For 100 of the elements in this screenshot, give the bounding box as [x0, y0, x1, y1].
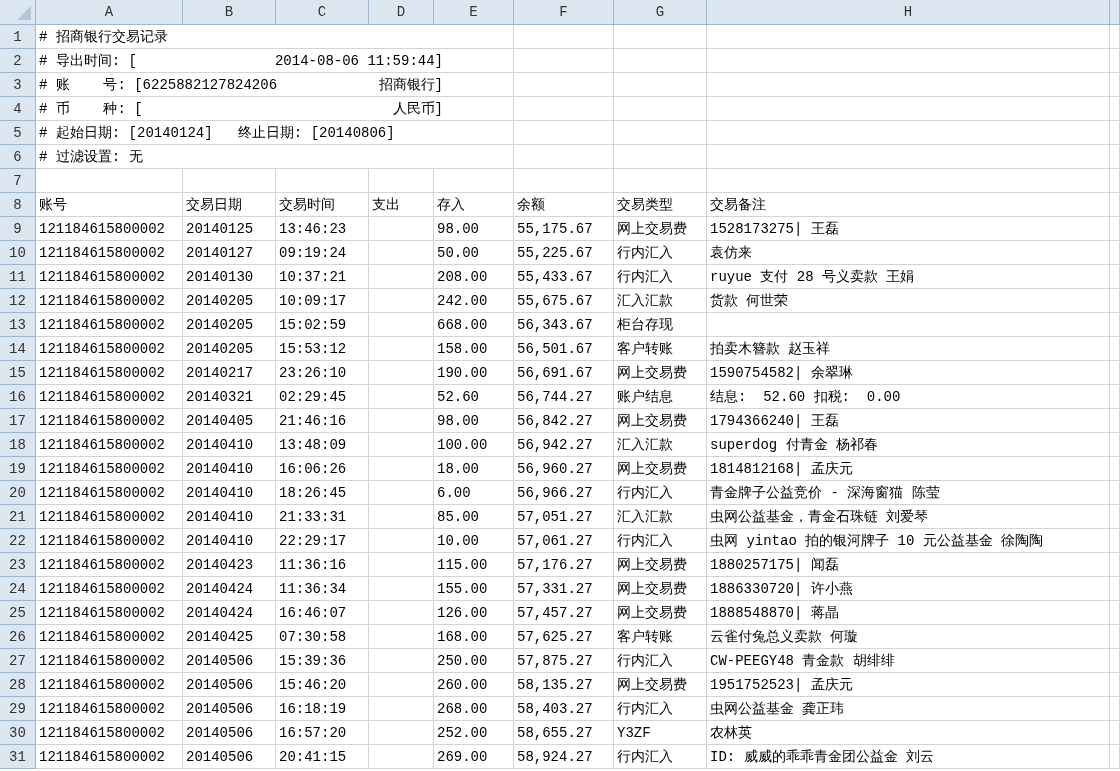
column-header[interactable]: E	[434, 0, 514, 25]
table-cell: 袁仿来	[707, 241, 1110, 265]
table-cell: 02:29:45	[276, 385, 369, 409]
empty-cell	[1110, 73, 1120, 97]
row-header[interactable]: 29	[0, 697, 36, 721]
table-cell: 21:33:31	[276, 505, 369, 529]
table-cell: 121184615800002	[36, 409, 183, 433]
table-cell: 网上交易费	[614, 361, 707, 385]
table-cell: 100.00	[434, 433, 514, 457]
cell-text: 招商银行]	[378, 75, 443, 94]
empty-cell	[369, 745, 434, 769]
table-cell: 20140506	[183, 673, 276, 697]
empty-cell	[369, 481, 434, 505]
column-header[interactable]: G	[614, 0, 707, 25]
table-cell: 56,842.27	[514, 409, 614, 433]
table-cell: 57,625.27	[514, 625, 614, 649]
table-cell: 1794366240| 王磊	[707, 409, 1110, 433]
row-header[interactable]: 7	[0, 169, 36, 193]
table-cell: 58,135.27	[514, 673, 614, 697]
empty-cell	[1110, 49, 1120, 73]
column-header[interactable]: F	[514, 0, 614, 25]
row-header[interactable]: 4	[0, 97, 36, 121]
empty-cell	[1110, 673, 1120, 697]
empty-cell	[1110, 529, 1120, 553]
row-header[interactable]: 24	[0, 577, 36, 601]
empty-cell	[1110, 241, 1120, 265]
row-header[interactable]: 15	[0, 361, 36, 385]
table-cell: 拍卖木簪款 赵玉祥	[707, 337, 1110, 361]
table-cell: 98.00	[434, 409, 514, 433]
row-header[interactable]: 25	[0, 601, 36, 625]
row-header[interactable]: 14	[0, 337, 36, 361]
row-header[interactable]: 23	[0, 553, 36, 577]
row-header[interactable]: 22	[0, 529, 36, 553]
row-header[interactable]: 5	[0, 121, 36, 145]
table-cell: 121184615800002	[36, 241, 183, 265]
table-cell: 58,924.27	[514, 745, 614, 769]
column-header[interactable]: B	[183, 0, 276, 25]
column-title: 支出	[369, 193, 434, 217]
empty-cell	[1110, 145, 1120, 169]
row-header[interactable]: 13	[0, 313, 36, 337]
row-header[interactable]: 2	[0, 49, 36, 73]
select-all-corner[interactable]	[0, 0, 36, 25]
table-cell: 20140410	[183, 481, 276, 505]
table-cell: 121184615800002	[36, 505, 183, 529]
empty-cell	[1110, 745, 1120, 769]
empty-cell	[369, 457, 434, 481]
row-header[interactable]: 28	[0, 673, 36, 697]
row-header[interactable]: 18	[0, 433, 36, 457]
row-header[interactable]: 6	[0, 145, 36, 169]
row-header[interactable]: 31	[0, 745, 36, 769]
row-header[interactable]: 12	[0, 289, 36, 313]
table-cell: 青金牌子公益竞价 - 深海窗猫 陈莹	[707, 481, 1110, 505]
table-cell: 52.60	[434, 385, 514, 409]
row-header[interactable]: 30	[0, 721, 36, 745]
empty-cell	[369, 649, 434, 673]
table-cell: 网上交易费	[614, 217, 707, 241]
table-cell: 121184615800002	[36, 385, 183, 409]
column-title: 交易日期	[183, 193, 276, 217]
row-header[interactable]: 19	[0, 457, 36, 481]
row-header[interactable]: 26	[0, 625, 36, 649]
row-header[interactable]: 3	[0, 73, 36, 97]
table-cell: 20140205	[183, 337, 276, 361]
row-header[interactable]: 27	[0, 649, 36, 673]
corner-triangle-icon	[17, 6, 31, 20]
table-cell: 行内汇入	[614, 697, 707, 721]
table-cell: 16:18:19	[276, 697, 369, 721]
empty-cell	[1110, 97, 1120, 121]
table-cell: 121184615800002	[36, 529, 183, 553]
table-cell: 121184615800002	[36, 553, 183, 577]
table-cell: 1528173275| 王磊	[707, 217, 1110, 241]
table-cell: 20140506	[183, 721, 276, 745]
table-cell: 121184615800002	[36, 433, 183, 457]
empty-cell	[369, 697, 434, 721]
empty-cell	[369, 577, 434, 601]
table-cell: 21:46:16	[276, 409, 369, 433]
table-cell: 269.00	[434, 745, 514, 769]
table-cell: 98.00	[434, 217, 514, 241]
table-cell: 121184615800002	[36, 625, 183, 649]
column-header[interactable]: C	[276, 0, 369, 25]
column-header[interactable]: D	[369, 0, 434, 25]
row-header[interactable]: 10	[0, 241, 36, 265]
row-header[interactable]: 20	[0, 481, 36, 505]
table-cell: 56,966.27	[514, 481, 614, 505]
row-header[interactable]: 9	[0, 217, 36, 241]
table-cell: 1814812168| 孟庆元	[707, 457, 1110, 481]
row-header[interactable]: 16	[0, 385, 36, 409]
empty-cell	[369, 265, 434, 289]
table-cell: 20140410	[183, 505, 276, 529]
row-header[interactable]: 11	[0, 265, 36, 289]
row-header[interactable]: 8	[0, 193, 36, 217]
empty-cell	[1110, 313, 1120, 337]
cell-text: # 过滤设置: 无	[39, 147, 143, 166]
row-header[interactable]: 1	[0, 25, 36, 49]
row-header[interactable]: 17	[0, 409, 36, 433]
column-header[interactable]	[1110, 0, 1120, 25]
row-header[interactable]: 21	[0, 505, 36, 529]
empty-cell	[369, 601, 434, 625]
column-header[interactable]: H	[707, 0, 1110, 25]
empty-cell	[369, 217, 434, 241]
column-header[interactable]: A	[36, 0, 183, 25]
